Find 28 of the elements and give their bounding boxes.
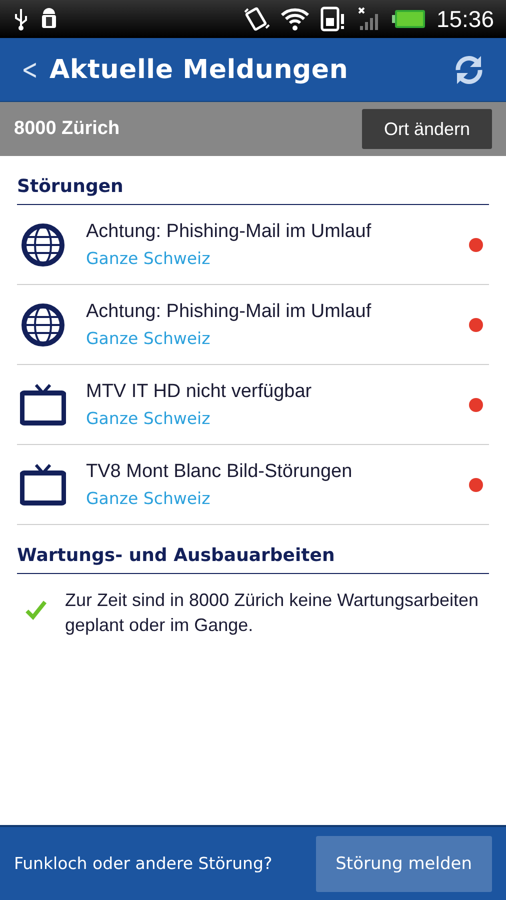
incident-title: Achtung: Phishing-Mail im Umlauf [86,301,372,323]
globe-icon [20,302,66,348]
vibrate-icon [242,6,270,32]
maintenance-note: Zur Zeit sind in 8000 Zürich keine Wartungsarbeiten geplant oder im Gange. [65,589,480,638]
battery-icon [392,9,426,29]
check-icon [25,600,47,620]
globe-icon [20,222,66,268]
location-label: 8000 Zürich [14,118,121,140]
tv-icon [20,462,66,508]
incident-area: Ganze Schweiz [86,409,449,428]
clock: 15:36 [436,6,494,32]
report-prompt: Funkloch oder andere Störung? [14,854,274,873]
incident-title: MTV IT HD nicht verfügbar [86,381,313,403]
report-button[interactable]: Störung melden [316,836,492,892]
back-button[interactable]: < [17,53,42,86]
incident-title: Achtung: Phishing-Mail im Umlauf [86,221,372,243]
incident-area: Ganze Schweiz [86,329,449,348]
incident-area: Ganze Schweiz [86,489,449,508]
section-heading: Wartungs- und Ausbauarbeiten [17,525,489,574]
usb-icon [14,7,28,31]
incident-area: Ganze Schweiz [86,249,449,268]
screen-title: Aktuelle Meldungen [49,54,350,84]
tv-icon [20,382,66,428]
change-location-button[interactable]: Ort ändern [362,109,492,149]
wifi-icon [280,7,310,31]
section-heading: Störungen [17,156,489,205]
sim-icon [320,6,346,32]
incident-title: TV8 Mont Blanc Bild-Störungen [86,461,354,483]
